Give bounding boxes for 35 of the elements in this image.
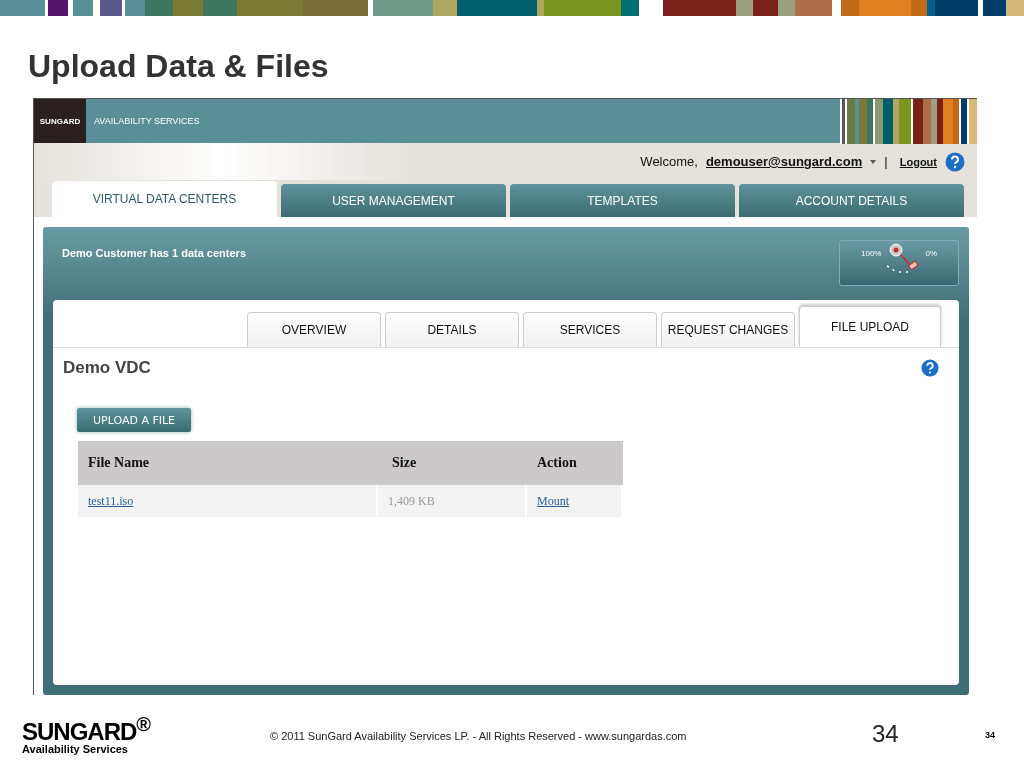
upload-button[interactable]: UPLOAD A FILE bbox=[77, 408, 192, 432]
page-number: 34 bbox=[872, 720, 899, 748]
sub-tab[interactable]: DETAILS bbox=[385, 312, 519, 347]
column-header: File Name bbox=[78, 441, 378, 485]
panel-heading: Demo Customer has 1 data centers bbox=[62, 247, 246, 259]
footer-logo-subtitle: Availability Services bbox=[22, 743, 129, 755]
gauge-label: 0% bbox=[925, 249, 937, 258]
help-icon[interactable] bbox=[945, 151, 965, 172]
sub-tab[interactable]: REQUEST CHANGES bbox=[661, 312, 795, 347]
page-number: 34 bbox=[985, 730, 995, 740]
nav-tab[interactable]: TEMPLATES bbox=[510, 184, 735, 217]
logo: SUNGARD bbox=[34, 99, 86, 143]
logo-subtitle: AVAILABILITY SERVICES bbox=[94, 116, 200, 126]
help-icon[interactable] bbox=[921, 359, 939, 377]
sub-tab[interactable]: FILE UPLOAD bbox=[799, 306, 941, 347]
file-link[interactable]: test11.iso bbox=[88, 493, 134, 508]
column-header: Action bbox=[527, 441, 623, 485]
nav-tab[interactable]: USER MANAGEMENT bbox=[281, 184, 506, 217]
welcome-text: Welcome, bbox=[640, 154, 698, 169]
table-cell: 1,409 KB bbox=[378, 485, 527, 517]
sub-tab[interactable]: OVERVIEW bbox=[247, 312, 381, 347]
separator: | bbox=[884, 154, 888, 169]
logout-link[interactable]: Logout bbox=[899, 155, 937, 168]
mount-link[interactable]: Mount bbox=[537, 493, 569, 508]
column-header: Size bbox=[378, 441, 527, 485]
nav-tab[interactable]: ACCOUNT DETAILS bbox=[739, 184, 964, 217]
copyright-text: © 2011 SunGard Availability Services LP. - All Rights Reserved - www.sungardas.com bbox=[270, 730, 687, 742]
user-menu[interactable]: demouser@sungard.com bbox=[705, 154, 863, 169]
section-title: Demo VDC bbox=[63, 358, 151, 378]
slide-title: Upload Data & Files bbox=[27, 47, 330, 86]
sub-tab[interactable]: SERVICES bbox=[523, 312, 657, 347]
footer-logo: SUNGARD$^{®}$ bbox=[22, 713, 151, 743]
nav-tab[interactable]: VIRTUAL DATA CENTERS bbox=[52, 181, 277, 217]
caret-icon[interactable] bbox=[870, 159, 877, 164]
gauge-label: 100% bbox=[861, 249, 882, 258]
